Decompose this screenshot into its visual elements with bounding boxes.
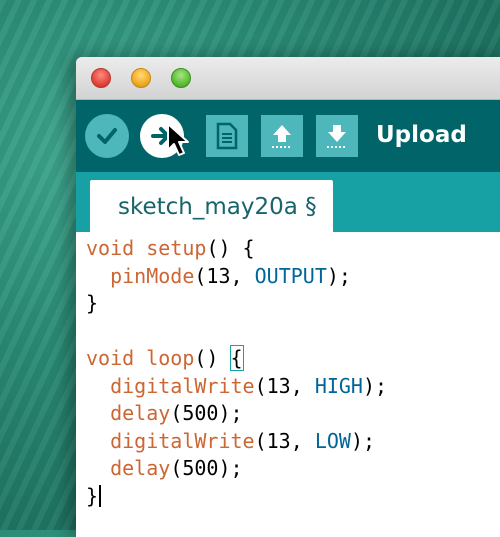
code-token: OUTPUT [254, 263, 327, 288]
code-line[interactable]: } [76, 483, 500, 511]
code-token: setup [146, 236, 207, 260]
checkmark-icon [97, 128, 117, 144]
minimize-window-button[interactable] [131, 68, 151, 88]
code-token: digitalWrite [110, 428, 255, 453]
code-token: (500); [170, 456, 243, 480]
arduino-ide-window: Upload sketch_may20a § void setup() { pi… [76, 57, 500, 537]
save-sketch-button[interactable] [316, 115, 358, 157]
code-line[interactable]: digitalWrite(13, LOW); [76, 428, 500, 456]
new-sketch-button[interactable] [206, 115, 248, 157]
code-line[interactable]: delay(500); [76, 455, 500, 483]
code-editor[interactable]: void setup() { pinMode(13, OUTPUT);} voi… [76, 235, 500, 510]
code-token: LOW [314, 428, 351, 453]
verify-button[interactable] [85, 114, 129, 158]
mouse-pointer-icon [167, 123, 189, 156]
code-token: ); [362, 373, 388, 398]
code-token: pinMode [110, 263, 195, 288]
code-token: HIGH [314, 373, 363, 398]
code-token: } [86, 483, 99, 508]
close-window-button[interactable] [91, 68, 111, 88]
tab-label: sketch_may20a § [118, 194, 317, 220]
code-token: () { [206, 236, 255, 260]
code-token: ); [350, 428, 376, 453]
code-token: (13, [254, 428, 315, 453]
arrow-down-icon [327, 125, 347, 148]
code-token: void [86, 346, 135, 370]
code-token: () [194, 346, 231, 370]
code-token: delay [110, 456, 171, 480]
code-token: digitalWrite [110, 373, 255, 398]
code-token: (500); [170, 401, 243, 425]
code-token: (13, [254, 373, 315, 398]
code-token: { [229, 345, 244, 371]
code-line[interactable]: pinMode(13, OUTPUT); [76, 263, 500, 291]
code-token: ); [326, 263, 351, 288]
title-bar[interactable] [76, 57, 500, 100]
code-line[interactable]: digitalWrite(13, HIGH); [76, 373, 500, 401]
tab-sketch[interactable]: sketch_may20a § [90, 180, 333, 232]
code-token: (13, [194, 263, 255, 288]
tab-bar: sketch_may20a § [76, 172, 500, 232]
text-caret [99, 484, 102, 507]
code-line[interactable]: } [76, 290, 500, 318]
toolbar-hover-label: Upload [376, 122, 467, 148]
code-token: void [86, 236, 135, 260]
open-sketch-button[interactable] [261, 115, 303, 157]
code-token: } [86, 291, 99, 315]
code-line[interactable] [76, 318, 500, 346]
document-icon [216, 122, 238, 150]
code-line[interactable]: void setup() { [76, 235, 500, 263]
code-line[interactable]: delay(500); [76, 400, 500, 428]
code-token: delay [110, 401, 171, 425]
arrow-up-icon [272, 125, 292, 148]
toolbar: Upload [76, 100, 500, 172]
code-line[interactable]: void loop() { [76, 345, 500, 373]
code-token: loop [146, 346, 195, 370]
maximize-window-button[interactable] [171, 68, 191, 88]
